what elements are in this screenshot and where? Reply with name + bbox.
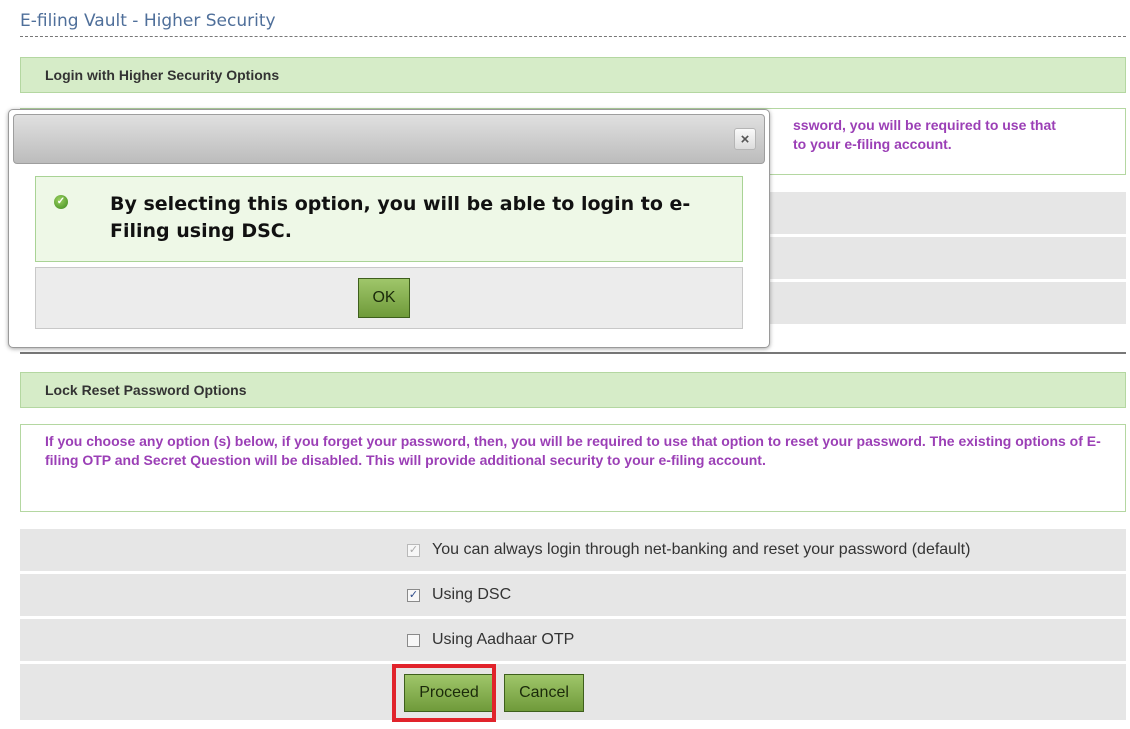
option-aadhaar-label[interactable]: Using Aadhaar OTP	[432, 631, 574, 649]
dialog-message-box: ✓ By selecting this option, you will be …	[35, 176, 743, 262]
aadhaar-otp-checkbox[interactable]	[407, 633, 420, 647]
default-checkbox: ✓	[407, 543, 420, 557]
cancel-button[interactable]: Cancel	[504, 674, 584, 712]
success-check-icon: ✓	[54, 195, 68, 209]
ok-button[interactable]: OK	[358, 278, 410, 318]
option-dsc-label[interactable]: Using DSC	[432, 586, 511, 604]
close-icon[interactable]: ×	[734, 128, 756, 150]
login-options-header: Login with Higher Security Options	[20, 57, 1126, 93]
proceed-highlight-box	[392, 664, 496, 722]
lock-reset-options-info: If you choose any option (s) below, if y…	[20, 424, 1126, 512]
option-row-dsc: ✓ Using DSC	[20, 574, 1126, 618]
dialog-titlebar[interactable]: ×	[13, 114, 765, 164]
confirmation-dialog: × ✓ By selecting this option, you will b…	[8, 109, 770, 348]
dialog-footer: OK	[35, 267, 743, 329]
option-default: ✓ You can always login through net-banki…	[407, 529, 970, 571]
section-divider	[20, 352, 1126, 354]
dialog-message: By selecting this option, you will be ab…	[110, 193, 691, 242]
option-dsc[interactable]: ✓ Using DSC	[407, 574, 511, 616]
dsc-checkbox[interactable]: ✓	[407, 588, 420, 602]
option-row-default: ✓ You can always login through net-banki…	[20, 529, 1126, 573]
lock-reset-options-header: Lock Reset Password Options	[20, 372, 1126, 408]
option-aadhaar[interactable]: Using Aadhaar OTP	[407, 619, 574, 661]
option-row-aadhaar: Using Aadhaar OTP	[20, 619, 1126, 663]
option-default-label: You can always login through net-banking…	[432, 541, 971, 558]
page-title: E-filing Vault - Higher Security	[20, 10, 1126, 37]
